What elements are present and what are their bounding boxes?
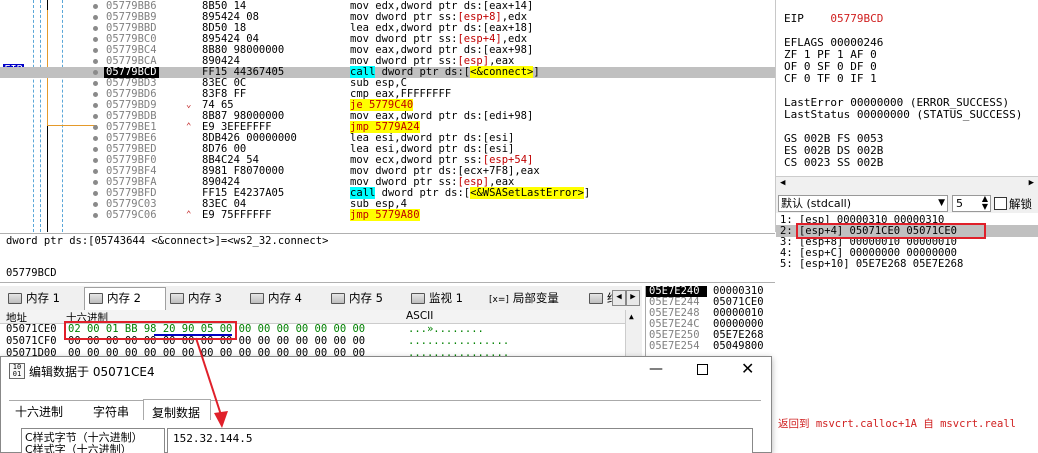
annotation-arrow [195, 337, 228, 428]
